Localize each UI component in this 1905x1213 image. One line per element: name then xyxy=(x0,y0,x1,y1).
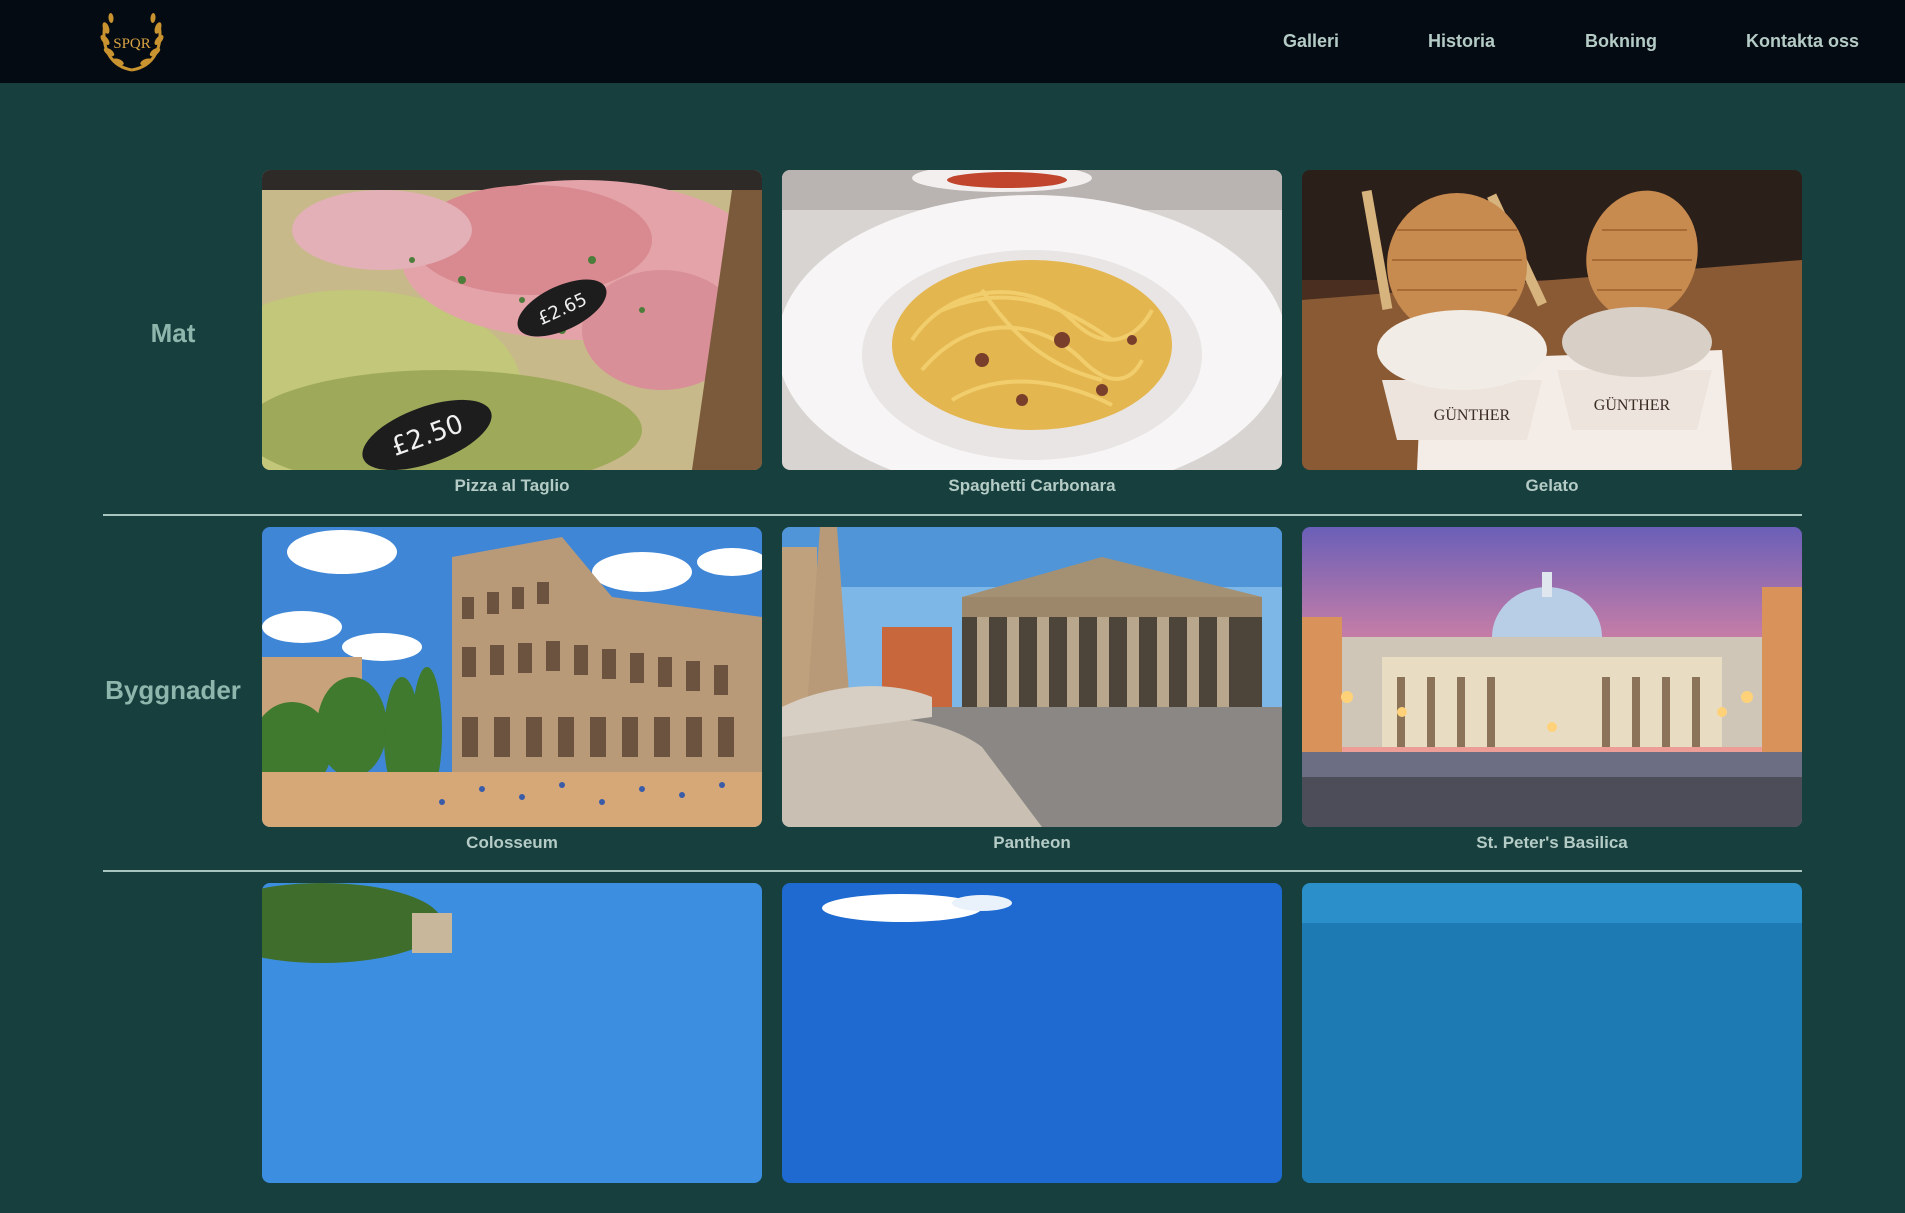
photo-spaghetti-carbonara[interactable] xyxy=(782,170,1282,470)
photo-third-3[interactable] xyxy=(1302,883,1802,1183)
section-divider xyxy=(103,870,1802,872)
nav-bokning[interactable]: Bokning xyxy=(1585,31,1657,52)
section-title: Mat xyxy=(150,318,196,348)
logo-text: SPQR xyxy=(113,36,151,52)
section-third xyxy=(0,883,1905,1213)
caption-spaghetti-carbonara: Spaghetti Carbonara xyxy=(948,476,1116,495)
section-mat: Mat £2.65 £2.50 Pizza al Taglio Spaghett… xyxy=(0,170,1905,500)
photo-third-1[interactable] xyxy=(262,883,762,1183)
nav-historia[interactable]: Historia xyxy=(1428,31,1495,52)
svg-text:GÜNTHER: GÜNTHER xyxy=(1434,406,1511,424)
caption-pantheon: Pantheon xyxy=(993,833,1071,852)
photo-gelato[interactable]: GÜNTHER GÜNTHER xyxy=(1302,170,1802,470)
photo-third-2[interactable] xyxy=(782,883,1282,1183)
caption-pizza-al-taglio: Pizza al Taglio xyxy=(454,476,570,495)
spqr-logo[interactable]: SPQR xyxy=(97,6,167,76)
site-header: SPQR Galleri Historia Bokning Kontakta o… xyxy=(0,0,1905,83)
photo-colosseum[interactable] xyxy=(262,527,762,827)
caption-st-peters-basilica: St. Peter's Basilica xyxy=(1476,833,1628,852)
photo-pizza-al-taglio[interactable]: £2.65 £2.50 xyxy=(262,170,762,470)
caption-gelato: Gelato xyxy=(1525,476,1579,495)
photo-pantheon[interactable] xyxy=(782,527,1282,827)
section-title: Byggnader xyxy=(105,675,241,705)
section-divider xyxy=(103,514,1802,516)
svg-text:GÜNTHER: GÜNTHER xyxy=(1594,396,1671,414)
section-byggnader: Byggnader Colosseum Pantheon St. Peter's… xyxy=(0,527,1905,857)
photo-st-peters-basilica[interactable] xyxy=(1302,527,1802,827)
nav-kontakta-oss[interactable]: Kontakta oss xyxy=(1746,31,1859,52)
caption-colosseum: Colosseum xyxy=(466,833,558,852)
nav-galleri[interactable]: Galleri xyxy=(1283,31,1339,52)
